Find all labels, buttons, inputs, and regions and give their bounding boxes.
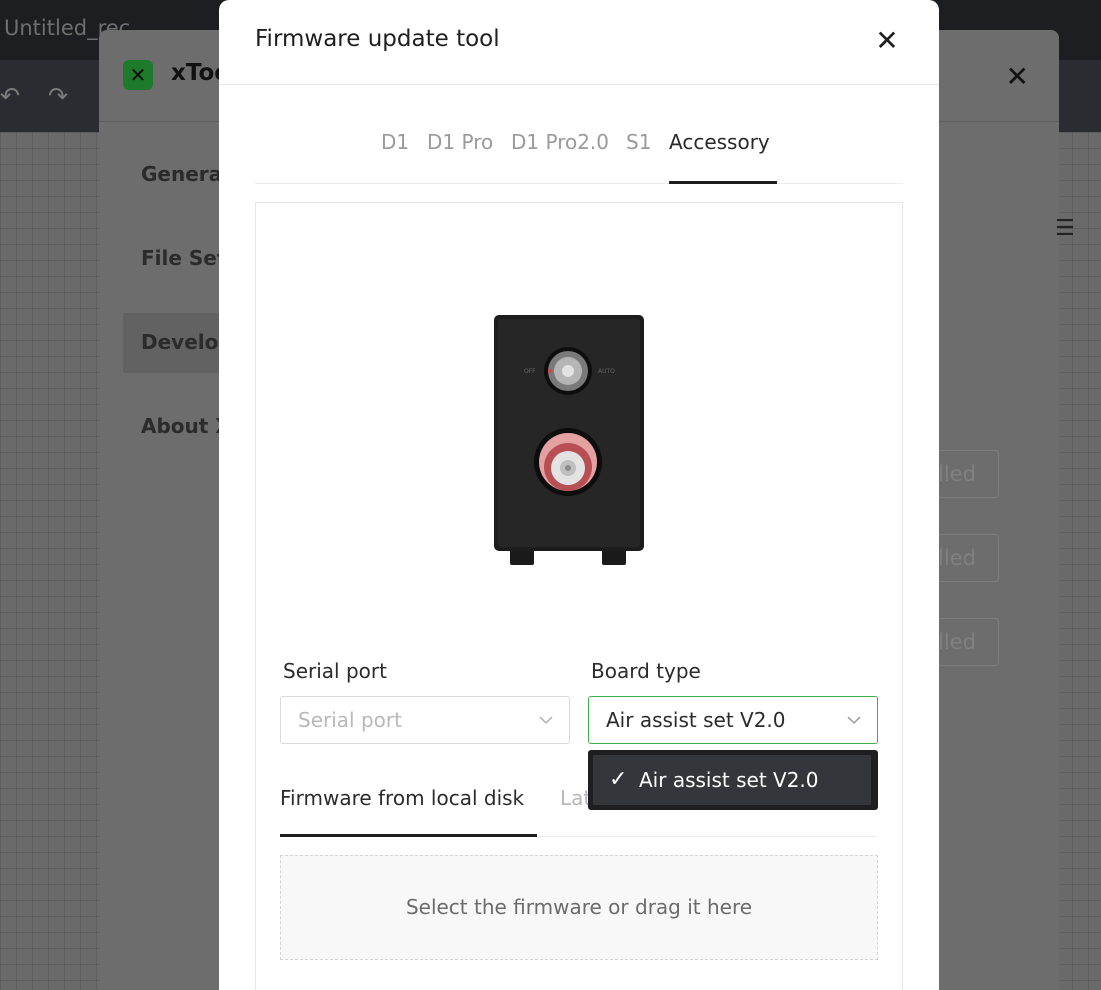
dialog-header: Firmware update tool ✕ (219, 0, 939, 85)
dialog-title: Firmware update tool (255, 26, 500, 52)
tab-s1[interactable]: S1 (626, 130, 651, 154)
board-type-label: Board type (591, 659, 701, 683)
chevron-down-icon (539, 716, 553, 725)
dropzone-text: Select the firmware or drag it here (405, 895, 753, 919)
serial-port-placeholder: Serial port (298, 708, 402, 732)
chevron-down-icon (847, 716, 861, 725)
tab-d1[interactable]: D1 (381, 130, 409, 154)
sidebar-item-about[interactable]: About X (141, 414, 231, 438)
close-icon[interactable]: ✕ (873, 26, 901, 56)
board-type-value: Air assist set V2.0 (606, 708, 786, 732)
device-tabs: D1 D1 Pro D1 Pro2.0 S1 Accessory (255, 126, 903, 184)
installed-button[interactable]: lled (931, 450, 999, 498)
active-tab-indicator (669, 181, 777, 184)
installed-button[interactable]: lled (931, 618, 999, 666)
serial-port-select[interactable]: Serial port (280, 696, 570, 744)
tab-d1-pro[interactable]: D1 Pro (427, 130, 493, 154)
collapse-icon[interactable]: ☰ (1055, 216, 1075, 241)
board-type-dropdown: ✓ Air assist set V2.0 (588, 750, 878, 810)
dropdown-option[interactable]: ✓ Air assist set V2.0 (593, 755, 871, 805)
undo-icon[interactable]: ↶ (0, 82, 20, 110)
installed-button[interactable]: lled (931, 534, 999, 582)
tab-accessory[interactable]: Accessory (669, 130, 770, 154)
sidebar-item-general[interactable]: Genera (141, 162, 222, 186)
svg-text:AUTO: AUTO (598, 368, 615, 375)
board-type-select[interactable]: Air assist set V2.0 (588, 696, 878, 744)
svg-text:OFF: OFF (524, 368, 536, 375)
check-icon: ✓ (609, 767, 628, 792)
redo-icon[interactable]: ↷ (48, 82, 68, 110)
firmware-dropzone[interactable]: Select the firmware or drag it here (280, 855, 878, 960)
air-assist-device-image: OFF AUTO (494, 315, 644, 565)
serial-port-label: Serial port (283, 659, 387, 683)
xtool-logo-icon: ✕ (123, 60, 153, 90)
firmware-update-dialog: Firmware update tool ✕ D1 D1 Pro D1 Pro2… (219, 0, 939, 990)
tab-firmware-latest[interactable]: Lat (560, 786, 591, 810)
active-subtab-indicator (280, 834, 537, 837)
tab-firmware-local[interactable]: Firmware from local disk (280, 786, 524, 810)
settings-close-icon[interactable]: ✕ (1006, 60, 1029, 93)
dropdown-option-label: Air assist set V2.0 (639, 768, 819, 792)
tab-d1-pro2[interactable]: D1 Pro2.0 (511, 130, 609, 154)
